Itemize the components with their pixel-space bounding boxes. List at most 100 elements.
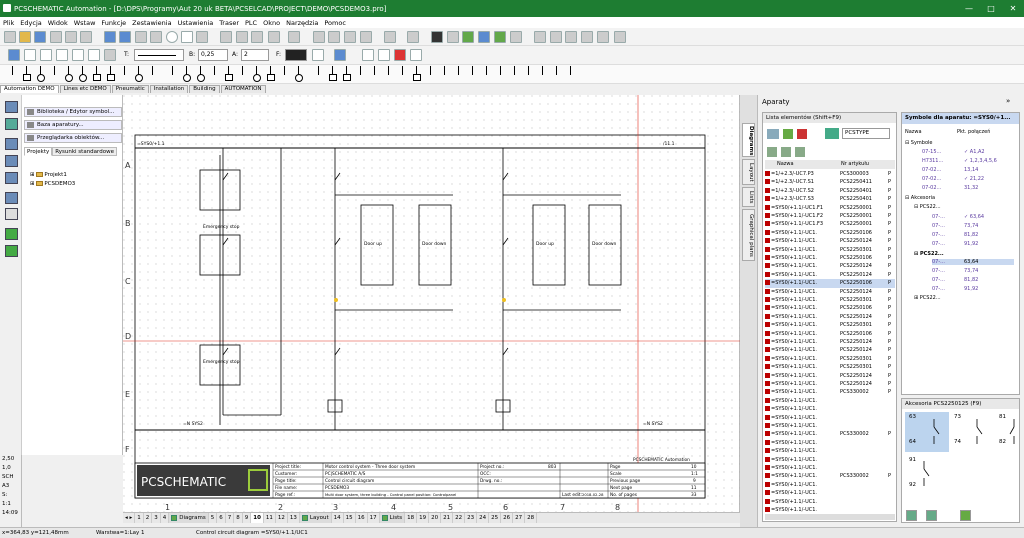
symbol-row[interactable]: 07-... 81,82 (932, 277, 1014, 283)
page-icon[interactable] (431, 31, 443, 43)
page-tab[interactable]: 6 (217, 513, 226, 523)
mirror-v-icon[interactable] (328, 31, 340, 43)
list-icon[interactable] (565, 31, 577, 43)
symbol-row[interactable]: 07-... 73,74 (932, 268, 1014, 274)
symbol-button[interactable] (314, 66, 324, 83)
polyline-tool-icon[interactable] (24, 49, 36, 61)
move-icon[interactable] (288, 31, 300, 43)
group-symbole[interactable]: ⊟ Symbole (905, 140, 932, 146)
terminal-icon[interactable] (510, 31, 522, 43)
symbol-button[interactable] (196, 66, 206, 83)
menu-okno[interactable]: Okno (260, 19, 283, 27)
find-icon[interactable] (407, 31, 419, 43)
symbol-button[interactable] (342, 66, 352, 83)
page-tab[interactable]: 8 (234, 513, 243, 523)
acc-group-1[interactable]: ⊟ PCS22... (914, 204, 941, 210)
page-tab[interactable]: 19 (417, 513, 430, 523)
symbol-button[interactable] (238, 66, 248, 83)
wire-tool-icon[interactable] (334, 49, 346, 61)
symbol-row[interactable]: 07-... ✓ 63,64 (932, 214, 1014, 220)
grid-icon[interactable] (135, 31, 147, 43)
type-filter-select[interactable]: PCSTYPE (842, 128, 890, 139)
symbol-button[interactable] (8, 66, 18, 83)
symbol-button[interactable] (252, 66, 262, 83)
layer-icon[interactable] (462, 31, 474, 43)
copy-icon[interactable] (236, 31, 248, 43)
signal-tool-icon[interactable] (378, 49, 390, 61)
page-tab[interactable]: 25 (489, 513, 502, 523)
group-akcesoria[interactable]: ⊟ Akcesoria (905, 195, 935, 201)
report-icon[interactable] (550, 31, 562, 43)
accessory-view-icon[interactable] (906, 510, 917, 521)
menu-widok[interactable]: Widok (45, 19, 71, 27)
page-tab-active[interactable]: 10 (251, 513, 264, 523)
symbol-button[interactable] (22, 66, 32, 83)
stop-tool-icon[interactable] (394, 49, 406, 61)
wire-tool-icon[interactable] (5, 138, 18, 150)
symbol-button[interactable] (78, 66, 88, 83)
symbol-button[interactable] (36, 66, 46, 83)
rotate-icon[interactable] (344, 31, 356, 43)
rect-tool-icon[interactable] (72, 49, 84, 61)
tree-item-pcsdemo3[interactable]: ⊞ PCSDEMO3 (30, 181, 75, 187)
paste-icon[interactable] (251, 31, 263, 43)
settings-icon[interactable] (795, 147, 805, 157)
tree-item-projekt1[interactable]: ⊞ Projekt1 (30, 172, 67, 178)
export-icon[interactable] (50, 31, 62, 43)
page-tab[interactable]: 2 (144, 513, 153, 523)
select-tool-icon[interactable] (5, 101, 18, 113)
symbol-button[interactable] (120, 66, 130, 83)
draw-mode-icon[interactable] (104, 31, 116, 43)
symbol-row[interactable]: 07-02... 13,14 (922, 167, 1014, 173)
page-tab[interactable]: 5 (209, 513, 218, 523)
page-tab[interactable]: 11 (264, 513, 276, 523)
menu-plc[interactable]: PLC (242, 19, 260, 27)
tab-lists[interactable]: Lists (742, 187, 755, 207)
close-button[interactable]: ✕ (1002, 0, 1024, 17)
circle-icon[interactable] (166, 31, 178, 43)
junction-tool-icon[interactable] (362, 49, 374, 61)
undo-icon[interactable] (80, 31, 92, 43)
symbol-button[interactable] (440, 66, 450, 83)
symbol-button[interactable] (454, 66, 464, 83)
symbol-button[interactable] (370, 66, 380, 83)
help-icon[interactable] (614, 31, 626, 43)
type-icon[interactable] (825, 128, 839, 139)
page-tab[interactable]: 23 (465, 513, 478, 523)
symbol-button[interactable] (134, 66, 144, 83)
collapse-icon[interactable]: » (1006, 97, 1010, 105)
open-folder-icon[interactable] (19, 31, 31, 43)
menu-narzedzia[interactable]: Narzędzia (283, 19, 321, 27)
acc-group-2[interactable]: ⊟ PCS22... (914, 251, 944, 257)
menu-edycja[interactable]: Edycja (17, 19, 44, 27)
symbol-button[interactable] (182, 66, 192, 83)
symbol-row[interactable]: H7311... ✓ 1,2,3,4,5,6 (922, 158, 1014, 164)
plc-icon[interactable] (534, 31, 546, 43)
symbol-button[interactable] (92, 66, 102, 83)
page-tab[interactable]: 3 (152, 513, 161, 523)
horizontal-scrollbar[interactable] (765, 514, 895, 520)
symbol-row[interactable]: 07-... 73,74 (932, 223, 1014, 229)
symbol-button[interactable] (482, 66, 492, 83)
page-tab[interactable]: 27 (513, 513, 526, 523)
page-tab[interactable]: 24 (477, 513, 490, 523)
symbol-button[interactable] (106, 66, 116, 83)
line-tool-icon[interactable] (8, 49, 20, 61)
layout-icon[interactable] (5, 245, 18, 257)
cursor-icon[interactable] (597, 31, 609, 43)
expand-icon[interactable]: ⊞ (30, 181, 35, 187)
menu-zestawienia[interactable]: Zestawienia (129, 19, 174, 27)
menu-funkcje[interactable]: Funkcje (98, 19, 129, 27)
symbol-button[interactable] (50, 66, 60, 83)
snap-icon[interactable] (119, 31, 131, 43)
symbol-row[interactable]: 07-02... ✓ 21,22 (922, 176, 1014, 182)
page-tab[interactable]: 4 (161, 513, 170, 523)
save-icon[interactable] (34, 31, 46, 43)
filter-icon[interactable] (783, 129, 793, 139)
page-tab[interactable]: 21 (441, 513, 454, 523)
line-tool-icon[interactable] (5, 172, 18, 184)
tab-layout[interactable]: Layout (742, 159, 755, 185)
page-tab[interactable]: 20 (429, 513, 442, 523)
cut-icon[interactable] (220, 31, 232, 43)
section-layout[interactable]: Layout (299, 513, 332, 523)
